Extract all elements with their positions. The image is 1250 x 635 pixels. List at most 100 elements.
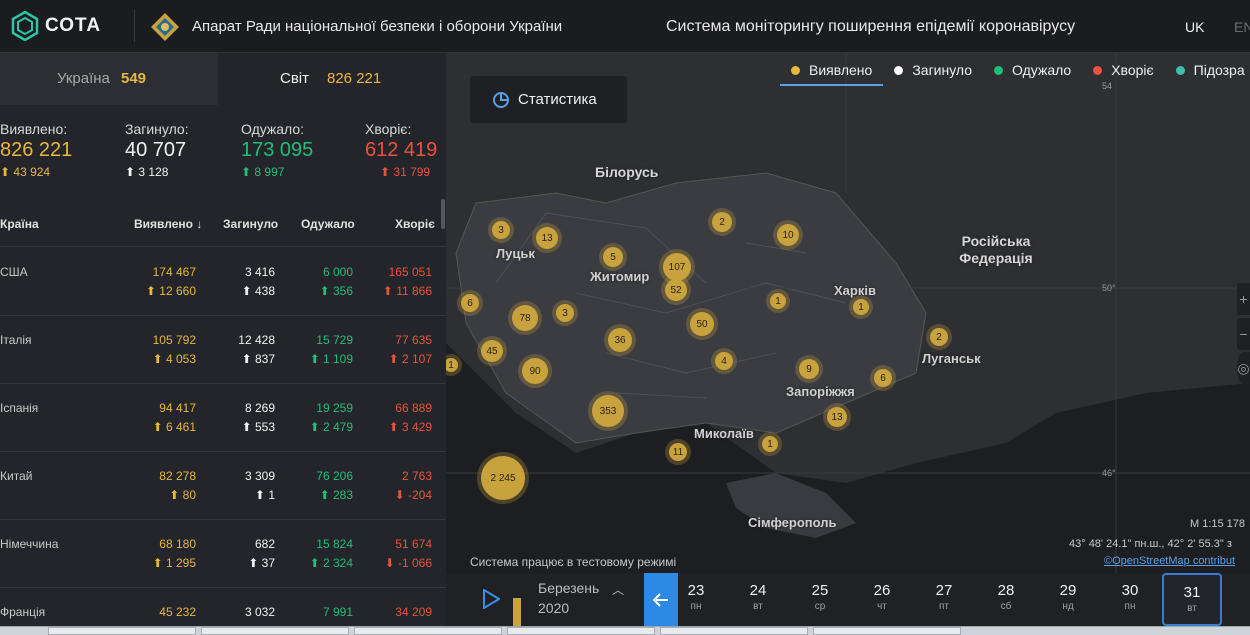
case-cluster-marker[interactable]: 4 [715, 352, 733, 370]
case-cluster-marker[interactable]: 1 [853, 299, 869, 315]
taskbar-item[interactable] [660, 627, 808, 635]
case-cluster-marker[interactable]: 78 [512, 305, 538, 331]
day-25[interactable]: 25 ср [790, 573, 850, 626]
died-value: 40 707 [125, 139, 187, 161]
case-cluster-marker[interactable]: 36 [608, 328, 632, 352]
day-weekday: пн [1124, 601, 1136, 612]
day-29[interactable]: 29 нд [1038, 573, 1098, 626]
day-weekday: сб [1000, 601, 1012, 612]
month-label[interactable]: Березень [538, 580, 599, 596]
case-cluster-marker[interactable]: 90 [522, 358, 548, 384]
app-window: СОТА Апарат Ради національної безпеки і … [0, 0, 1250, 635]
country-name: Франція [0, 605, 46, 619]
case-cluster-marker[interactable]: 10 [777, 224, 799, 246]
died-delta-cell: ⬆ 1 [255, 488, 275, 502]
case-cluster-marker[interactable]: 2 [930, 328, 948, 346]
recovered-delta-value: 283 [332, 488, 353, 502]
taskbar-item[interactable] [354, 627, 502, 635]
detected-value: 826 221 [0, 139, 73, 161]
osm-attribution-link[interactable]: ©OpenStreetMap contribut [1104, 555, 1235, 567]
case-cluster-marker[interactable]: 52 [665, 279, 687, 301]
lang-en-button[interactable]: EN [1234, 19, 1250, 35]
case-cluster-marker[interactable]: 2 [712, 212, 732, 232]
died-delta-value: 438 [254, 284, 275, 298]
case-cluster-marker[interactable]: 3 [556, 304, 574, 322]
recovered-delta-value: 356 [332, 284, 353, 298]
case-cluster-marker[interactable]: 5 [603, 247, 623, 267]
table-row[interactable]: США 174 467 ⬆ 12 660 3 416 ⬆ 438 6 000 ⬆ 356 16… [0, 248, 446, 316]
locate-icon[interactable]: ◎ [1237, 352, 1250, 384]
arrow-up-icon: ⬆ [125, 165, 139, 179]
col-sick[interactable]: Хворіє [395, 217, 435, 231]
day-31[interactable]: 31 вт [1162, 573, 1222, 626]
map[interactable]: 3 13 2 10 5 107 52 6 78 3 36 50 1 1 2 45 90 4 9 6 1 353 13 11 1 2… [446, 53, 1250, 573]
sick-cell: 34 209 [395, 605, 432, 619]
recovered-value: 173 095 [241, 139, 314, 161]
col-country[interactable]: Країна [0, 217, 39, 231]
case-cluster-marker[interactable]: 1 [770, 293, 786, 309]
zoom-out-button[interactable]: − [1237, 318, 1250, 350]
day-23[interactable]: 23 пн [666, 573, 726, 626]
arrow-up-icon: ⬆ [169, 488, 183, 502]
day-27[interactable]: 27 пт [914, 573, 974, 626]
scrollbar[interactable] [441, 199, 445, 229]
table-row[interactable]: Китай 82 278 ⬆ 80 3 309 ⬆ 1 76 206 ⬆ 283 2 763 ⬇… [0, 452, 446, 520]
detected-cell: 68 180 [159, 537, 196, 551]
chevron-up-icon[interactable]: ︿ [612, 581, 624, 598]
zoom-in-button[interactable]: + [1237, 283, 1250, 315]
legend-tab[interactable]: Одужало [983, 56, 1082, 86]
case-cluster-marker[interactable]: 45 [481, 340, 503, 362]
case-cluster-marker[interactable]: 50 [690, 312, 714, 336]
legend-tab[interactable]: Хворіє [1082, 56, 1164, 86]
taskbar-item[interactable] [48, 627, 196, 635]
case-cluster-marker[interactable]: 3 [492, 221, 510, 239]
lang-uk-button[interactable]: UK [1185, 19, 1204, 35]
case-cluster-marker[interactable]: 353 [592, 395, 624, 427]
case-cluster-marker[interactable]: 6 [874, 369, 892, 387]
statistics-button[interactable]: Статистика [470, 76, 627, 123]
detected-delta-value: 12 660 [159, 284, 196, 298]
case-cluster-marker[interactable]: 1 [762, 436, 778, 452]
sick-value: 612 419 [365, 139, 438, 161]
day-weekday: вт [753, 601, 763, 612]
tab-ukraine[interactable]: Україна 549 [0, 53, 218, 105]
case-cluster-marker[interactable]: 11 [669, 443, 687, 461]
case-cluster-marker[interactable]: 13 [827, 407, 847, 427]
col-detected[interactable]: Виявлено ↓ [134, 217, 202, 231]
legend-tab[interactable]: Підозра [1165, 56, 1250, 86]
col-recovered[interactable]: Одужало [301, 217, 355, 231]
case-cluster-marker[interactable]: 13 [536, 227, 558, 249]
day-30[interactable]: 30 пн [1100, 573, 1160, 626]
table-row[interactable]: Німеччина 68 180 ⬆ 1 295 682 ⬆ 37 15 824 ⬆ 2 3… [0, 520, 446, 588]
case-cluster-marker[interactable]: 2 245 [481, 456, 525, 500]
case-cluster-marker[interactable]: 107 [663, 253, 691, 281]
taskbar-item[interactable] [507, 627, 655, 635]
tab-world[interactable]: Світ 826 221 [218, 53, 446, 105]
city-label-lutsk: Луцьк [496, 246, 535, 261]
legend-label: Загинуло [912, 62, 973, 78]
day-28[interactable]: 28 сб [976, 573, 1036, 626]
day-26[interactable]: 26 чт [852, 573, 912, 626]
col-died[interactable]: Загинуло [223, 217, 278, 231]
died-cell: 12 428 [238, 333, 275, 347]
sick-cell: 66 889 [395, 401, 432, 415]
logo[interactable]: СОТА [11, 11, 101, 41]
detected-delta-value: 80 [182, 488, 196, 502]
table-row[interactable]: Іспанія 94 417 ⬆ 6 461 8 269 ⬆ 553 19 259 ⬆ 2 … [0, 384, 446, 452]
died-cell: 3 309 [244, 469, 275, 483]
case-cluster-marker[interactable]: 6 [461, 294, 479, 312]
city-label-zhytomyr: Житомир [590, 269, 650, 284]
play-button[interactable] [470, 580, 512, 618]
header-divider [134, 10, 135, 42]
taskbar-item[interactable] [201, 627, 349, 635]
recovered-delta-value: 1 109 [322, 352, 353, 366]
legend-tab[interactable]: Виявлено [780, 56, 884, 86]
detected-delta: 43 924 [13, 165, 51, 179]
recovered-delta-cell: ⬆ 1 109 [310, 352, 353, 366]
table-row[interactable]: Італія 105 792 ⬆ 4 053 12 428 ⬆ 837 15 729 ⬆ 1… [0, 316, 446, 384]
case-cluster-marker[interactable]: 9 [799, 359, 819, 379]
taskbar-item[interactable] [813, 627, 961, 635]
day-24[interactable]: 24 вт [728, 573, 788, 626]
arrow-up-icon: ⬆ [388, 352, 402, 366]
legend-tab[interactable]: Загинуло [883, 56, 983, 86]
